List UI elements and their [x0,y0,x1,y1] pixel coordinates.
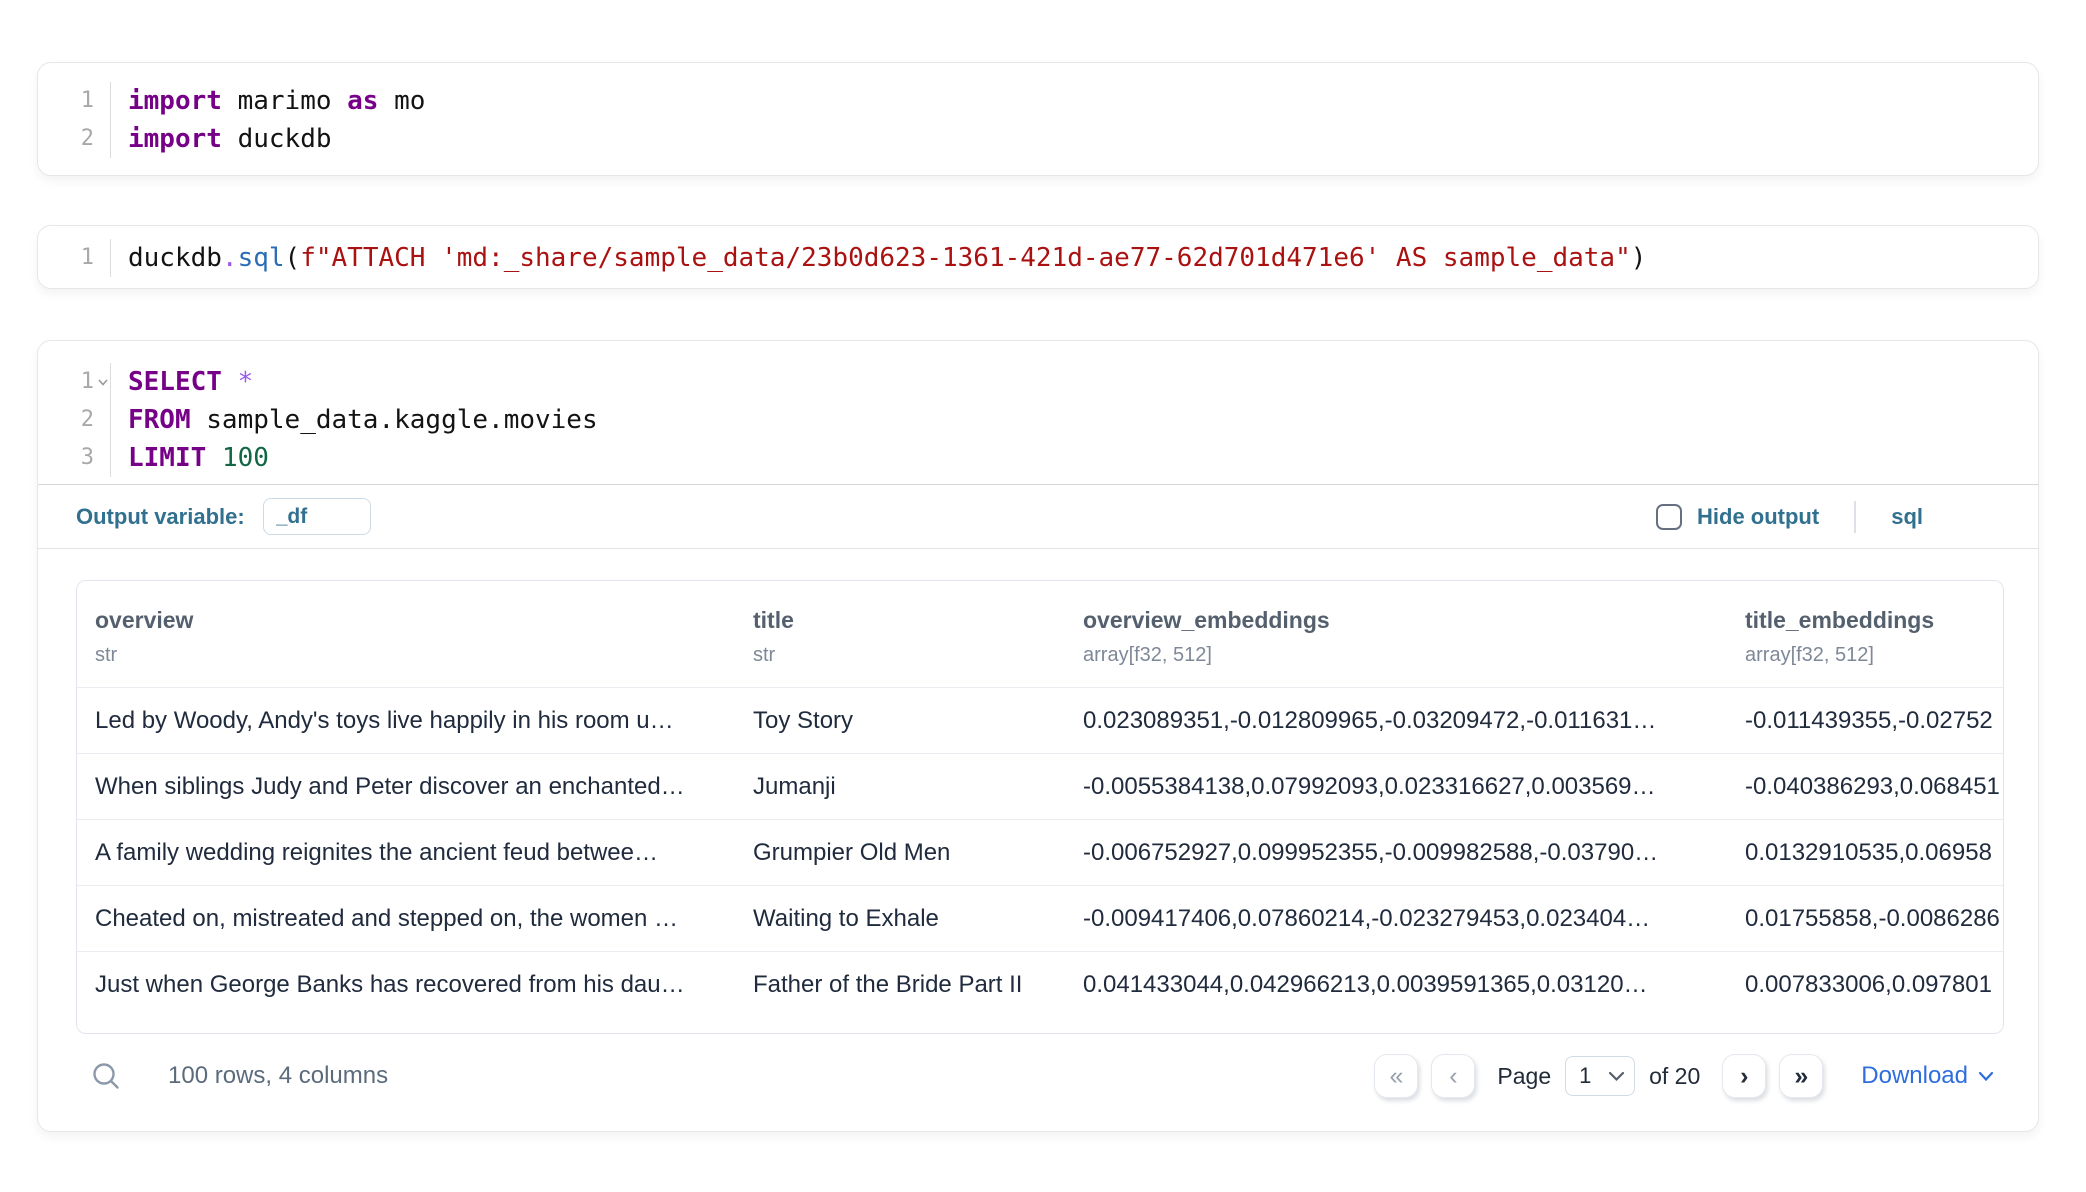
chevron-down-icon [1608,1071,1625,1082]
column-name: overview_embeddings [1083,605,1709,635]
table-cell: Father of the Bride Part II [735,952,1065,1018]
table-cell: A family wedding reignites the ancient f… [77,820,735,886]
table-cell: When siblings Judy and Peter discover an… [77,754,735,820]
code-editor: 1 2 import marimo as mo import duckdb [38,63,2038,177]
divider [38,548,2038,549]
code-cell-attach-db: 1 duckdb.sql(f"ATTACH 'md:_share/sample_… [37,225,2039,289]
row-count-summary: 100 rows, 4 columns [168,1062,388,1090]
column-name: title [753,605,1047,635]
table-cell: Grumpier Old Men [735,820,1065,886]
line-number-text: 1 [81,245,94,270]
first-page-button[interactable]: « [1374,1054,1418,1098]
line-number-text: 1 [81,369,94,394]
column-name: title_embeddings [1745,605,1985,635]
last-page-button[interactable]: » [1779,1054,1823,1098]
code-cell-imports: 1 2 import marimo as mo import duckdb [37,62,2039,176]
code-editor: 1 duckdb.sql(f"ATTACH 'md:_share/sample_… [38,226,2038,289]
column-type: str [95,641,717,669]
table-row[interactable]: Led by Woody, Andy's toys live happily i… [77,688,2003,754]
table-cell: Cheated on, mistreated and stepped on, t… [77,886,735,952]
chevron-down-icon [1978,1071,1994,1082]
table-row[interactable]: Cheated on, mistreated and stepped on, t… [77,886,2003,952]
notebook-page: 1 2 import marimo as mo import duckdb 1 … [0,0,2086,1192]
fold-chevron-down-icon[interactable] [96,376,110,388]
column-header-overview[interactable]: overview str [77,581,735,688]
column-name: overview [95,605,717,635]
table-cell: Toy Story [735,688,1065,754]
table-cell: -0.009417406,0.07860214,-0.023279453,0.0… [1065,886,1727,952]
code-line[interactable]: import duckdb [128,120,2038,158]
column-type: str [753,641,1047,669]
line-number-gutter: 1 [38,239,111,277]
search-icon[interactable] [90,1059,124,1093]
output-variable-bar: Output variable: Hide output sql [38,485,2038,548]
page-total-label: of 20 [1649,1063,1700,1090]
table-row[interactable]: Just when George Banks has recovered fro… [77,952,2003,1018]
table-header-row: overview str title str overview_embeddin… [77,581,2003,688]
divider [1854,501,1856,533]
column-type: array[f32, 512] [1083,641,1709,669]
line-number: 3 [38,439,110,477]
code-editor: 1 2 3 SELECT * FROM sample_data.kaggle.m… [38,341,2038,484]
page-label: Page [1497,1063,1551,1090]
table-cell: 0.023089351,-0.012809965,-0.03209472,-0.… [1065,688,1727,754]
column-header-title-embeddings[interactable]: title_embeddings array[f32, 512] [1727,581,2003,688]
table-cell: 0.0132910535,0.06958 [1727,820,2003,886]
code-line[interactable]: FROM sample_data.kaggle.movies [128,401,2038,439]
table-row[interactable]: A family wedding reignites the ancient f… [77,820,2003,886]
line-number: 2 [38,120,110,158]
table-footer: 100 rows, 4 columns « ‹ Page 1 of 20 › »… [38,1040,2038,1112]
sql-cell: 1 2 3 SELECT * FROM sample_data.kaggle.m… [37,340,2039,1132]
table-row[interactable]: When siblings Judy and Peter discover an… [77,754,2003,820]
next-page-button[interactable]: › [1722,1054,1766,1098]
table-cell: -0.040386293,0.068451 [1727,754,2003,820]
table-cell: 0.041433044,0.042966213,0.0039591365,0.0… [1065,952,1727,1018]
line-number-gutter: 1 2 3 [38,363,111,477]
line-number: 1 [38,82,110,120]
pagination: « ‹ Page 1 of 20 › » Download [1374,1054,1994,1098]
results-table-card: overview str title str overview_embeddin… [76,580,2004,1034]
table-cell: 0.01755858,-0.0086286 [1727,886,2003,952]
line-number: 1 [38,239,110,277]
line-number-gutter: 1 2 [38,82,111,158]
table-cell: Waiting to Exhale [735,886,1065,952]
page-select[interactable]: 1 [1565,1056,1635,1096]
output-variable-label: Output variable: [76,504,245,530]
results-table: overview str title str overview_embeddin… [77,581,2003,1018]
table-cell: Just when George Banks has recovered fro… [77,952,735,1018]
download-button[interactable]: Download [1861,1062,1994,1090]
line-number-text: 1 [81,88,94,113]
column-header-title[interactable]: title str [735,581,1065,688]
line-number: 1 [38,363,110,401]
line-number: 2 [38,401,110,439]
hide-output-label[interactable]: Hide output [1697,504,1819,530]
page-select-value: 1 [1579,1063,1608,1089]
column-header-overview-embeddings[interactable]: overview_embeddings array[f32, 512] [1065,581,1727,688]
code-line[interactable]: duckdb.sql(f"ATTACH 'md:_share/sample_da… [128,239,2038,277]
table-cell: Jumanji [735,754,1065,820]
table-body: Led by Woody, Andy's toys live happily i… [77,688,2003,1018]
table-cell: -0.0055384138,0.07992093,0.023316627,0.0… [1065,754,1727,820]
language-badge[interactable]: sql [1891,504,1923,530]
code-line[interactable]: LIMIT 100 [128,439,2038,477]
download-label: Download [1861,1062,1968,1090]
line-number-text: 3 [81,445,94,470]
table-cell: 0.007833006,0.097801 [1727,952,2003,1018]
code-line[interactable]: import marimo as mo [128,82,2038,120]
line-number-text: 2 [81,407,94,432]
table-cell: -0.011439355,-0.02752 [1727,688,2003,754]
previous-page-button[interactable]: ‹ [1431,1054,1475,1098]
output-variable-input[interactable] [263,498,371,535]
column-type: array[f32, 512] [1745,641,1985,669]
line-number-text: 2 [81,126,94,151]
code-line[interactable]: SELECT * [128,363,2038,401]
table-cell: -0.006752927,0.099952355,-0.009982588,-0… [1065,820,1727,886]
hide-output-checkbox[interactable] [1656,504,1682,530]
table-cell: Led by Woody, Andy's toys live happily i… [77,688,735,754]
